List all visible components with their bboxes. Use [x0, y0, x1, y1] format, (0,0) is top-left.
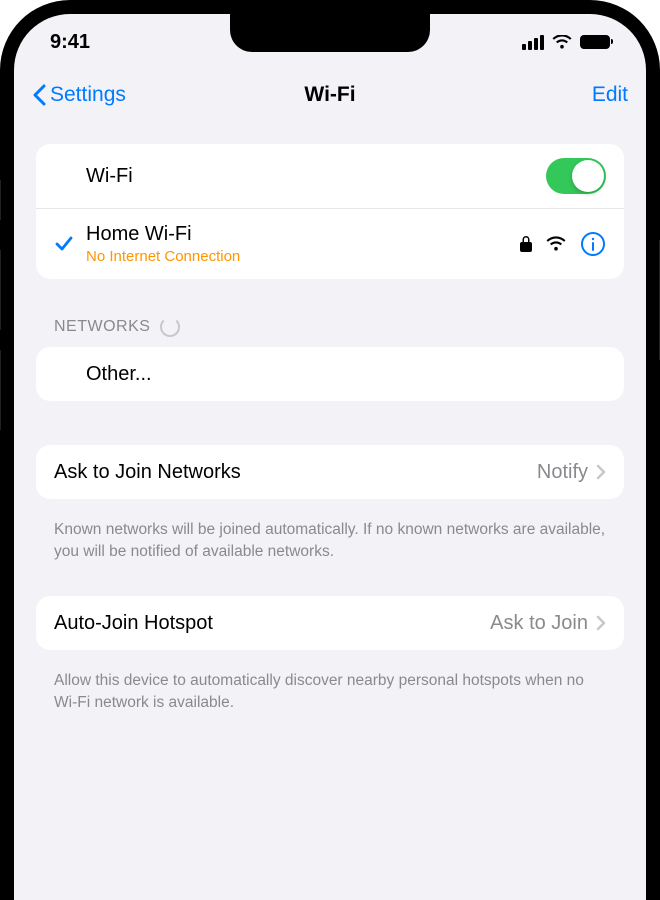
checkmark-icon [54, 234, 74, 254]
networks-section: Other... [36, 347, 624, 401]
spinner-icon [160, 317, 180, 337]
connected-network-row[interactable]: Home Wi-Fi No Internet Connection [36, 208, 624, 279]
wifi-section: Wi-Fi Home Wi-Fi No Internet Connection [36, 144, 624, 279]
wifi-toggle-label: Wi-Fi [86, 165, 546, 188]
auto-hotspot-row[interactable]: Auto-Join Hotspot Ask to Join [36, 596, 624, 650]
phone-side-buttons-left [0, 180, 1, 450]
wifi-status-icon [552, 35, 572, 50]
nav-bar: Settings Wi-Fi Edit [14, 70, 646, 120]
ask-join-row[interactable]: Ask to Join Networks Notify [36, 445, 624, 499]
info-icon[interactable] [580, 231, 606, 257]
network-status: No Internet Connection [86, 248, 520, 265]
ask-join-label: Ask to Join Networks [54, 461, 537, 484]
auto-hotspot-label: Auto-Join Hotspot [54, 612, 490, 635]
other-network-row[interactable]: Other... [36, 347, 624, 401]
networks-header-label: NETWORKS [54, 318, 150, 336]
chevron-right-icon [596, 464, 606, 480]
network-name: Home Wi-Fi [86, 223, 520, 246]
other-network-label: Other... [86, 363, 606, 386]
networks-header: NETWORKS [36, 289, 624, 347]
ask-join-section: Ask to Join Networks Notify [36, 445, 624, 499]
auto-hotspot-section: Auto-Join Hotspot Ask to Join [36, 596, 624, 650]
battery-icon [580, 35, 610, 49]
notch [230, 14, 430, 52]
auto-hotspot-value: Ask to Join [490, 612, 588, 635]
auto-hotspot-footer: Allow this device to automatically disco… [36, 660, 624, 713]
cellular-icon [522, 35, 544, 50]
back-label: Settings [50, 83, 126, 107]
chevron-right-icon [596, 615, 606, 631]
phone-frame: 9:41 Settings Wi-Fi Edit Wi-Fi [0, 0, 660, 900]
status-time: 9:41 [50, 31, 90, 54]
edit-button[interactable]: Edit [592, 83, 628, 107]
lock-icon [520, 236, 532, 252]
screen: 9:41 Settings Wi-Fi Edit Wi-Fi [14, 14, 646, 900]
wifi-toggle[interactable] [546, 158, 606, 194]
ask-join-footer: Known networks will be joined automatica… [36, 509, 624, 562]
wifi-signal-icon [546, 236, 566, 252]
ask-join-value: Notify [537, 461, 588, 484]
back-button[interactable]: Settings [32, 83, 126, 107]
page-title: Wi-Fi [304, 83, 355, 107]
wifi-toggle-row: Wi-Fi [36, 144, 624, 208]
chevron-left-icon [32, 84, 46, 106]
